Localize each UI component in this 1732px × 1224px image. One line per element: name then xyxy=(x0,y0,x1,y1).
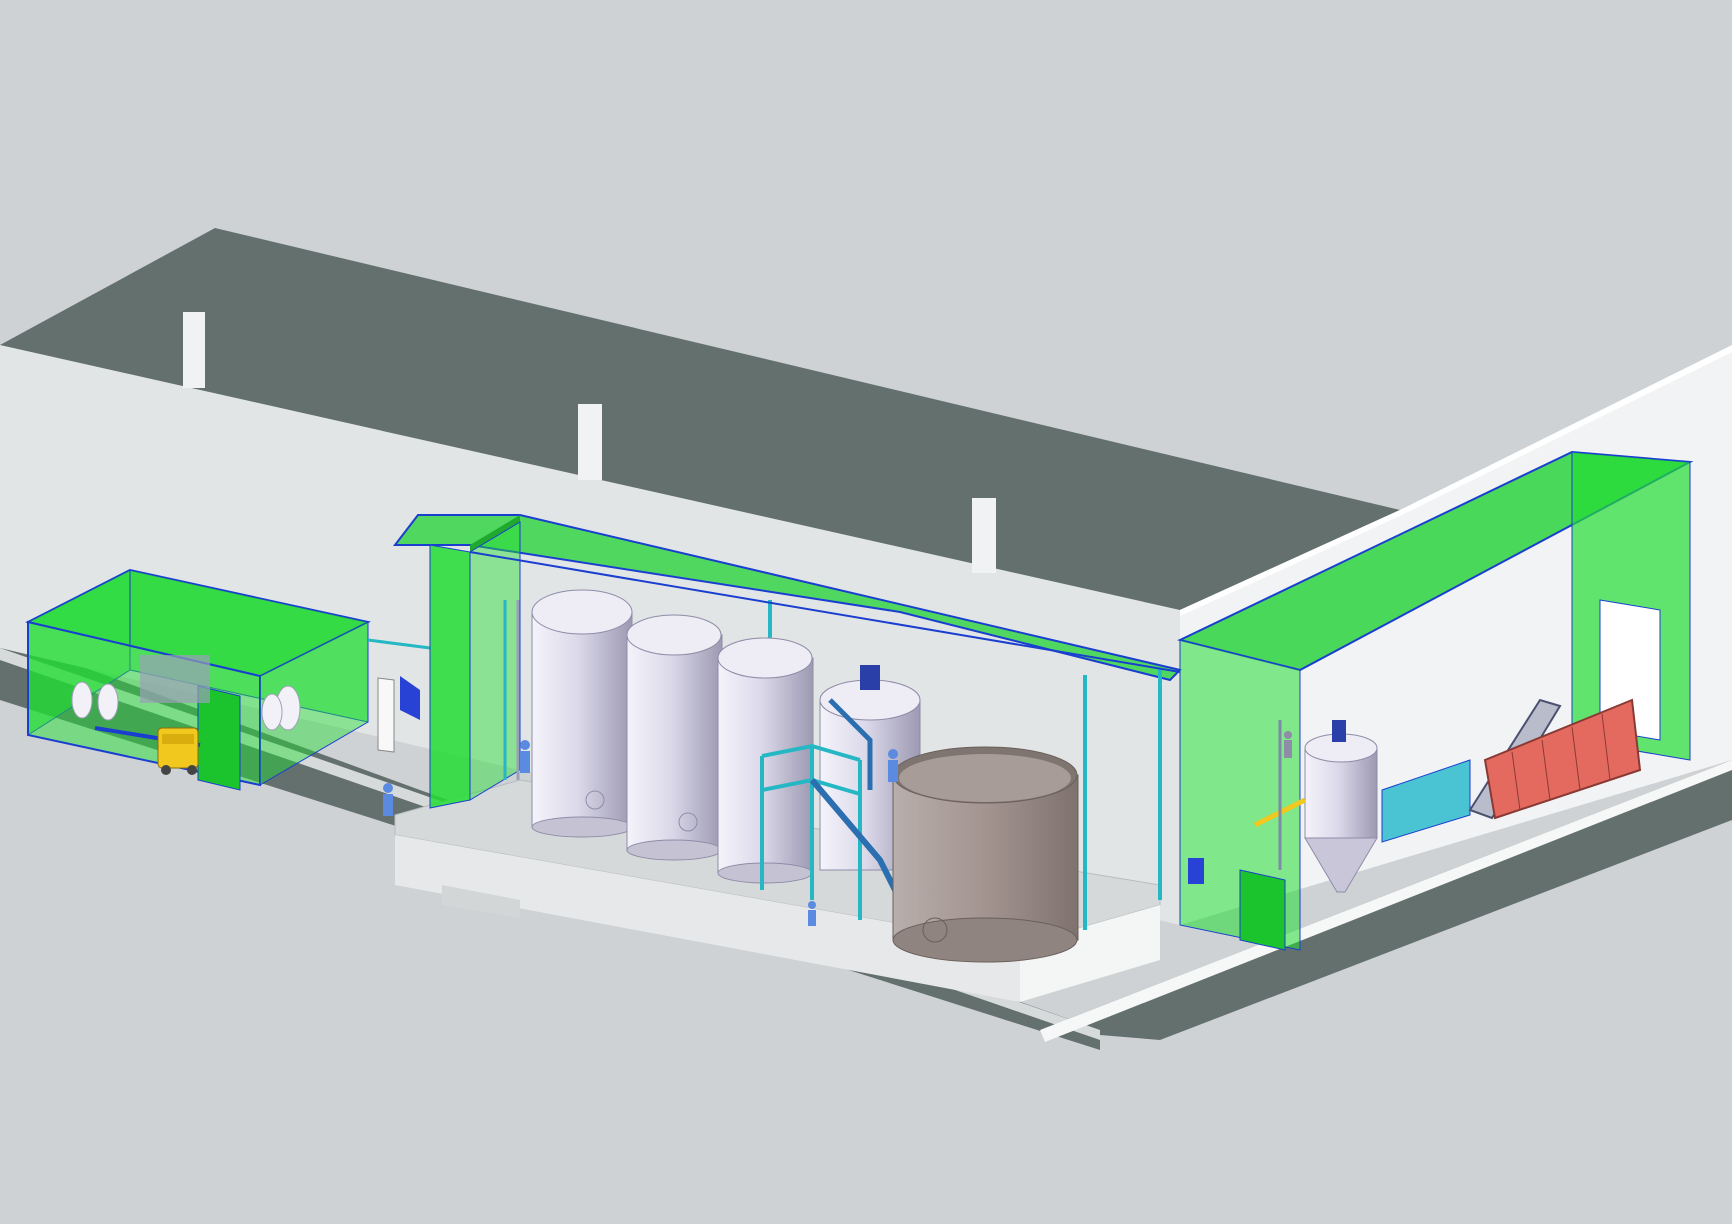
vertical-tank-3 xyxy=(717,637,814,884)
roof-column-3 xyxy=(972,498,996,573)
small-tank-1 xyxy=(71,681,93,719)
operator-3 xyxy=(888,749,898,782)
right-blue-panel xyxy=(1188,858,1204,884)
large-open-tank xyxy=(892,746,1079,963)
canopy-left-wall xyxy=(429,544,471,809)
skid-panel xyxy=(140,655,210,703)
wall-door xyxy=(377,677,395,753)
operator-2 xyxy=(520,740,530,773)
vertical-tank-2 xyxy=(626,614,723,861)
yellow-cart xyxy=(157,727,199,775)
right-door xyxy=(1239,869,1286,951)
operator-1 xyxy=(383,783,393,816)
roof-column-2 xyxy=(578,404,602,480)
canopy-left-wall-2 xyxy=(469,521,521,801)
plant-3d-layout xyxy=(0,228,1732,1050)
small-tank-2 xyxy=(97,683,119,721)
vertical-tank-1 xyxy=(531,589,633,838)
operator-4 xyxy=(808,901,816,926)
small-tank-4 xyxy=(261,693,283,731)
operator-5 xyxy=(1284,731,1292,758)
roof-column-1 xyxy=(183,312,205,388)
